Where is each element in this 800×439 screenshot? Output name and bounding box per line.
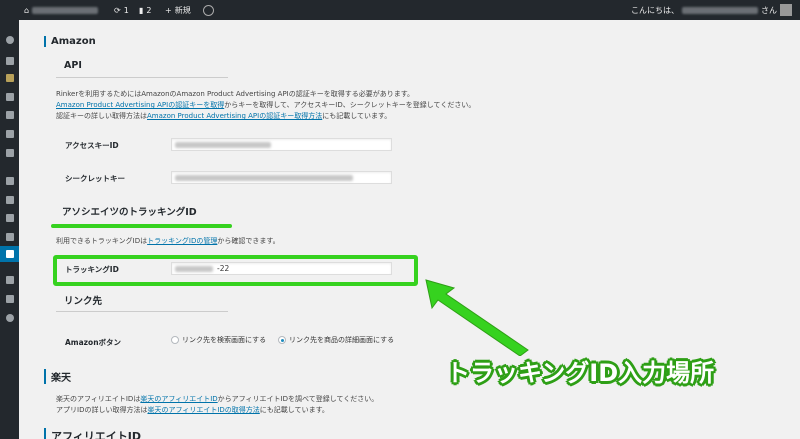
link-option-search[interactable]: リンク先を検索画面にする (171, 335, 266, 345)
avatar (780, 4, 792, 16)
radio-detail-selected[interactable] (278, 336, 286, 344)
home-icon: ⌂ (24, 5, 30, 15)
comment-icon: ▮ (139, 5, 144, 15)
rakuten-section-title: 楽天 (44, 369, 71, 384)
greeting-prefix: こんにちは、 (631, 5, 679, 15)
mail-icon[interactable] (4, 128, 15, 139)
plugin-logo-icon (203, 4, 214, 16)
link-option-detail[interactable]: リンク先を商品の詳細画面にする (278, 335, 394, 345)
radio-search[interactable] (171, 336, 179, 344)
secret-key-input[interactable] (171, 171, 392, 184)
comments-icon[interactable] (4, 147, 15, 158)
posts-pin-icon[interactable] (4, 55, 15, 66)
rinker-icon[interactable] (4, 72, 15, 83)
comments-menu[interactable]: ▮ 2 (139, 0, 152, 20)
tracking-heading-highlight (51, 224, 232, 228)
seo-icon[interactable] (4, 274, 15, 285)
rakuten-desc-line-1: 楽天のアフィリエイトIDは楽天のアフィリエイトIDからアフィリエイトIDを調べて… (56, 395, 379, 403)
tracking-description: 利用できるトラッキングIDはトラッキングIDの管理から確認できます。 (56, 237, 280, 245)
link-heading-rule (56, 311, 228, 312)
api-key-link[interactable]: Amazon Product Advertising APIの認証キーを取得 (56, 101, 224, 109)
affiliate-id-heading: アフィリエイトID (44, 428, 141, 439)
tracking-id-suffix: -22 (217, 264, 230, 273)
amazon-button-label: Amazonボタン (65, 338, 122, 347)
account-menu[interactable]: こんにちは、 さん (631, 0, 792, 20)
share-icon[interactable] (4, 293, 15, 304)
tracking-manage-link[interactable]: トラッキングIDの管理 (147, 237, 217, 245)
tracking-callout-label: トラッキングID入力場所 (446, 359, 715, 387)
pages-icon[interactable] (4, 109, 15, 120)
rakuten-howto-link[interactable]: 楽天のアフィリエイトIDの取得方法 (147, 406, 259, 414)
secret-key-label: シークレットキー (65, 174, 125, 183)
media-icon[interactable] (4, 91, 15, 102)
rakuten-affiliate-link[interactable]: 楽天のアフィリエイトID (140, 395, 217, 403)
rakuten-desc-line-2: アプリIDの詳しい取得方法は楽天のアフィリエイトIDの取得方法にも記載しています… (56, 406, 329, 414)
username-blurred (682, 6, 758, 14)
tracking-id-value-blurred (175, 266, 213, 272)
comments-count: 2 (146, 5, 152, 15)
annotation-arrow-icon (425, 279, 529, 356)
secret-key-value-blurred (175, 175, 353, 181)
updates-count: 1 (123, 5, 129, 15)
tracking-id-input[interactable]: -22 (171, 262, 392, 275)
settings-icon[interactable] (0, 246, 19, 262)
site-name-menu[interactable]: ⌂ (24, 0, 99, 20)
tracking-id-label: トラッキングID (65, 265, 119, 274)
admin-bar: ⌂ ⟳ 1 ▮ 2 + 新規 こんにちは、 さん (0, 0, 800, 20)
users-icon[interactable] (4, 212, 15, 223)
link-destination-heading: リンク先 (64, 296, 103, 307)
access-key-input[interactable] (171, 138, 392, 151)
plus-icon: + (165, 5, 172, 15)
access-key-value-blurred (175, 142, 271, 148)
appearance-icon[interactable] (4, 175, 15, 186)
admin-side-menu (0, 20, 19, 439)
access-key-label: アクセスキーID (65, 141, 119, 150)
new-label: 新規 (174, 5, 191, 15)
rakuten-description: 楽天のアフィリエイトIDは楽天のアフィリエイトIDからアフィリエイトIDを調べて… (56, 394, 378, 416)
site-name-blurred (32, 6, 99, 14)
greeting-suffix: さん (761, 5, 777, 15)
plugin-shortcut[interactable] (203, 0, 214, 20)
tracking-heading: アソシエイツのトラッキングID (62, 207, 197, 218)
amazon-section-title: Amazon (44, 36, 96, 47)
plugins-icon[interactable] (4, 194, 15, 205)
play-icon[interactable] (4, 312, 15, 323)
refresh-icon: ⟳ (114, 5, 121, 15)
updates-menu[interactable]: ⟳ 1 (114, 0, 129, 20)
api-heading-rule (56, 77, 228, 78)
api-desc-line-3: 認証キーの詳しい取得方法はAmazon Product Advertising … (56, 112, 392, 120)
api-heading: API (64, 60, 82, 71)
dashboard-icon[interactable] (4, 34, 15, 45)
api-desc-line-2: Amazon Product Advertising APIの認証キーを取得から… (56, 101, 476, 109)
api-howto-link[interactable]: Amazon Product Advertising APIの認証キー取得方法 (147, 112, 322, 120)
api-description: Rinkerを利用するためにはAmazonのAmazon Product Adv… (56, 89, 475, 122)
new-content-menu[interactable]: + 新規 (165, 0, 191, 20)
tools-icon[interactable] (4, 231, 15, 242)
api-desc-line-1: Rinkerを利用するためにはAmazonのAmazon Product Adv… (56, 90, 415, 98)
